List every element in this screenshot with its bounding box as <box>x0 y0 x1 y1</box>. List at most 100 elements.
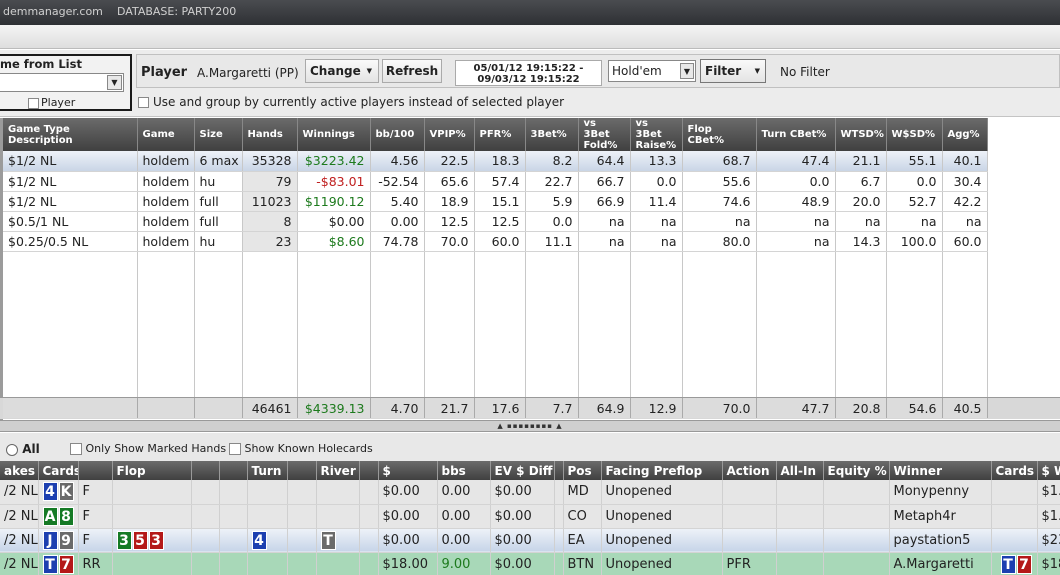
hands-header-blank[interactable] <box>287 461 317 480</box>
column-header-game[interactable]: Game <box>137 118 195 151</box>
column-header-size[interactable]: Size <box>194 118 243 151</box>
hands-header-ev-diff[interactable]: EV $ Diff <box>490 461 555 480</box>
hands-header-facing-preflop[interactable]: Facing Preflop <box>601 461 723 480</box>
hands-header-pos[interactable]: Pos <box>563 461 602 480</box>
stats-empty-cell <box>682 371 757 391</box>
column-header-pfr[interactable]: PFR% <box>474 118 526 151</box>
column-header-vs-3bet-fold[interactable]: vs 3Bet Fold% <box>578 118 631 151</box>
hands-header-action[interactable]: Action <box>722 461 777 480</box>
column-header-agg[interactable]: Agg% <box>942 118 988 151</box>
hands-header-blank[interactable] <box>554 461 564 480</box>
hands-header-won[interactable]: $ Won <box>1037 461 1060 480</box>
app-window: demmanager.com DATABASE: PARTY200 me fro… <box>0 0 1060 575</box>
stats-cell-vs-3bet-fold: 66.7 <box>578 171 631 192</box>
hands-header-all-in[interactable]: All-In <box>776 461 824 480</box>
game-select[interactable]: ▼ <box>0 73 124 92</box>
hands-header-akes[interactable]: akes <box>0 461 39 480</box>
stats-empty-cell <box>525 291 579 311</box>
card: 3 <box>116 530 132 550</box>
stats-row[interactable]: $0.5/1 NL holdem full 8 $0.00 0.00 12.5 12.5 0.0… <box>3 211 988 232</box>
stats-cell-game-type-description: $1/2 NL <box>3 151 138 172</box>
stats-row[interactable]: $1/2 NL holdem hu 79 -$83.01 -52.54 65.6 57.4 22… <box>3 171 988 192</box>
stats-empty-cell <box>886 271 943 291</box>
stats-empty-cell <box>682 311 757 331</box>
hands-header-winner[interactable]: Winner <box>889 461 992 480</box>
hands-header-blank[interactable] <box>191 461 220 480</box>
change-button[interactable]: Change ▼ <box>305 59 379 83</box>
hands-header-blank[interactable] <box>78 461 113 480</box>
river-action-cell <box>359 504 379 529</box>
hands-header-river[interactable]: River <box>316 461 360 480</box>
stats-cell-size: hu <box>194 231 243 252</box>
column-header-vpip[interactable]: VPIP% <box>424 118 475 151</box>
stats-empty-cell <box>3 371 138 391</box>
preflop-action-cell: F <box>78 504 113 529</box>
stats-cell-winnings: $0.00 <box>297 211 371 232</box>
column-header-vs-3bet-raise[interactable]: vs 3Bet Raise% <box>630 118 683 151</box>
stats-empty-cell <box>370 311 425 331</box>
column-header-bb-100[interactable]: bb/100 <box>370 118 425 151</box>
flop-cards-cell <box>112 480 192 505</box>
stats-empty-cell <box>424 251 475 271</box>
stats-row[interactable]: $0.25/0.5 NL holdem hu 23 $8.60 74.78 70.0 60.0… <box>3 231 988 252</box>
player-checkbox[interactable] <box>28 97 39 109</box>
flop-extra-cell <box>219 552 248 575</box>
game-type-select[interactable]: Hold'em ▼ <box>608 60 696 82</box>
hand-row[interactable]: /2 NL J 9 F 3 5 3 4 T $0.00 0.00 $0.00 EA Unopened pay… <box>0 527 1060 553</box>
use-group-option[interactable]: Use and group by currently active player… <box>138 95 564 109</box>
chevron-down-icon[interactable]: ▼ <box>107 75 122 90</box>
stats-empty-cell <box>297 311 371 331</box>
card: J <box>42 530 58 550</box>
won-cell: $1.00 <box>1037 504 1060 529</box>
use-group-checkbox[interactable] <box>138 97 149 108</box>
hand-row[interactable]: /2 NL A 8 F $0.00 0.00 $0.00 CO Unopened Metaph4r… <box>0 504 1060 529</box>
stats-cell-game: holdem <box>137 151 195 172</box>
hole-cards-cell: J9 <box>38 527 79 553</box>
stakes-cell: /2 NL <box>0 504 39 529</box>
column-header-turn-cbet[interactable]: Turn CBet% <box>756 118 836 151</box>
column-header-flop-cbet[interactable]: Flop CBet% <box>682 118 757 151</box>
column-header-winnings[interactable]: Winnings <box>297 118 371 151</box>
hands-header-bbs[interactable]: bbs <box>437 461 491 480</box>
stats-cell-wtsd: 6.7 <box>835 171 887 192</box>
stats-empty-cell <box>474 271 526 291</box>
hands-header-turn[interactable]: Turn <box>247 461 288 480</box>
filter-button[interactable]: Filter ▼ <box>700 59 766 83</box>
all-radio[interactable] <box>6 443 18 456</box>
stakes-cell: /2 NL <box>0 552 39 575</box>
hand-row[interactable]: /2 NL T 7 RR $18.00 9.00 $0.00 BTN Unopened PFR A.… <box>0 552 1060 575</box>
stats-empty-cell <box>756 351 836 371</box>
show-known-checkbox[interactable] <box>229 443 241 455</box>
column-header-wtsd[interactable]: WTSD% <box>835 118 887 151</box>
stats-cell-pfr: 60.0 <box>474 231 526 252</box>
column-header-3bet[interactable]: 3Bet% <box>525 118 579 151</box>
hands-header-flop[interactable]: Flop <box>112 461 192 480</box>
amount-cell: $0.00 <box>378 480 438 505</box>
position-cell: EA <box>563 527 602 553</box>
refresh-button[interactable]: Refresh <box>382 59 442 83</box>
stats-cell-3bet: 0.0 <box>525 211 579 232</box>
panel-splitter[interactable]: ▲ ▪▪▪▪▪▪▪▪ ▲ <box>0 420 1060 432</box>
hand-row[interactable]: /2 NL 4 K F $0.00 0.00 $0.00 MD Unopened Monypenn… <box>0 480 1060 505</box>
hands-header-blank[interactable] <box>359 461 379 480</box>
stats-row[interactable]: $1/2 NL holdem full 11023 $1190.12 5.40 18.9 15… <box>3 191 988 212</box>
column-header-game-type-description[interactable]: Game Type Description <box>3 118 138 151</box>
stats-empty-cell <box>886 291 943 311</box>
hands-header-equity[interactable]: Equity % <box>823 461 890 480</box>
show-known-option[interactable]: Show Known Holecards <box>229 442 373 455</box>
chevron-down-icon[interactable]: ▼ <box>680 63 694 79</box>
column-header-w-sd[interactable]: W$SD% <box>886 118 943 151</box>
hands-header-cards[interactable]: Cards <box>38 461 79 480</box>
hands-header-blank[interactable] <box>219 461 248 480</box>
only-marked-checkbox[interactable] <box>70 443 82 455</box>
date-range[interactable]: 05/01/12 19:15:22 - 09/03/12 19:15:22 <box>455 60 602 86</box>
stats-cell-size: full <box>194 191 243 212</box>
stats-row[interactable]: $1/2 NL holdem 6 max 35328 $3223.42 4.56 22.5 1… <box>3 151 988 172</box>
equity-cell <box>823 552 890 575</box>
only-marked-option[interactable]: Only Show Marked Hands <box>70 442 226 455</box>
hands-header-blank[interactable]: $ <box>378 461 438 480</box>
hands-header-cards[interactable]: Cards <box>991 461 1038 480</box>
column-header-hands[interactable]: Hands <box>242 118 298 151</box>
all-radio-option[interactable]: All <box>6 442 40 456</box>
stats-cell-vpip: 70.0 <box>424 231 475 252</box>
